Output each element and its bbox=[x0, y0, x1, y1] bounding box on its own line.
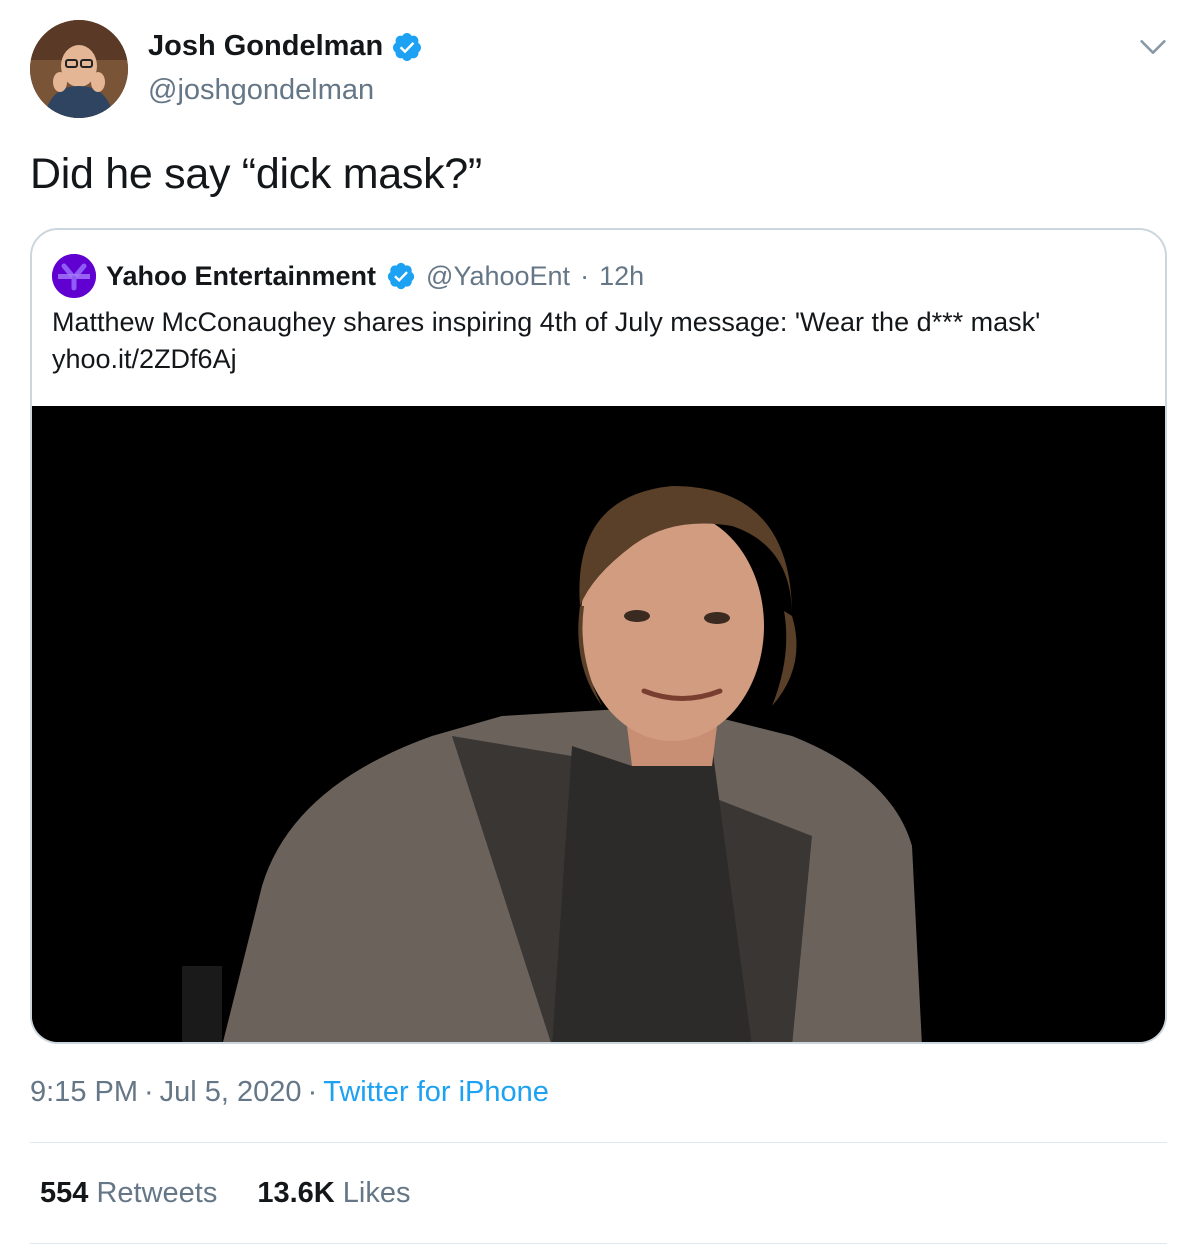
divider bbox=[30, 1142, 1167, 1143]
author-handle[interactable]: @joshgondelman bbox=[148, 74, 374, 107]
tweet-date[interactable]: Jul 5, 2020 bbox=[160, 1076, 302, 1108]
chevron-down-icon[interactable] bbox=[1136, 30, 1170, 64]
likes-label: Likes bbox=[342, 1177, 411, 1209]
quoted-tweet-photo[interactable] bbox=[32, 406, 1165, 1042]
author-name-row: Josh Gondelman bbox=[148, 30, 423, 63]
verified-badge-icon bbox=[393, 32, 422, 61]
tweet-stats: 554 Retweets 13.6K Likes bbox=[40, 1177, 411, 1210]
tweet-text: Did he say “dick mask?” bbox=[30, 150, 482, 198]
tweet-time[interactable]: 9:15 PM bbox=[30, 1076, 138, 1108]
retweets-count: 554 bbox=[40, 1177, 89, 1209]
tweet-meta: 9:15 PM · Jul 5, 2020 · Twitter for iPhone bbox=[30, 1076, 549, 1109]
verified-badge-icon bbox=[387, 262, 415, 290]
quoted-author-avatar bbox=[52, 254, 96, 298]
quoted-tweet-time: 12h bbox=[599, 260, 645, 291]
separator-dot: · bbox=[307, 1076, 318, 1108]
author-name[interactable]: Josh Gondelman bbox=[148, 30, 383, 63]
separator-dot: · bbox=[144, 1076, 154, 1108]
likes-count: 13.6K bbox=[257, 1177, 335, 1209]
tweet-source-link[interactable]: Twitter for iPhone bbox=[323, 1076, 549, 1108]
avatar-image bbox=[30, 20, 128, 118]
separator-dot: · bbox=[580, 260, 590, 291]
quoted-author-name: Yahoo Entertainment bbox=[106, 260, 377, 291]
tweet-header: Josh Gondelman @joshgondelman bbox=[30, 20, 1170, 120]
retweets-label: Retweets bbox=[96, 1177, 218, 1209]
retweets-stat[interactable]: 554 Retweets bbox=[40, 1177, 217, 1210]
quoted-tweet-card[interactable]: Yahoo Entertainment @YahooEnt · 12h Matt… bbox=[30, 228, 1167, 1044]
person-photo-image bbox=[32, 406, 1165, 1042]
likes-stat[interactable]: 13.6K Likes bbox=[257, 1177, 410, 1210]
author-avatar[interactable] bbox=[30, 20, 128, 118]
yahoo-entertainment-logo-icon bbox=[52, 254, 96, 298]
divider bbox=[30, 1243, 1167, 1244]
quoted-tweet-header: Yahoo Entertainment @YahooEnt · 12h bbox=[52, 254, 644, 298]
quoted-tweet-text: Matthew McConaughey shares inspiring 4th… bbox=[52, 307, 1041, 374]
quoted-author-handle: @YahooEnt bbox=[426, 260, 571, 291]
